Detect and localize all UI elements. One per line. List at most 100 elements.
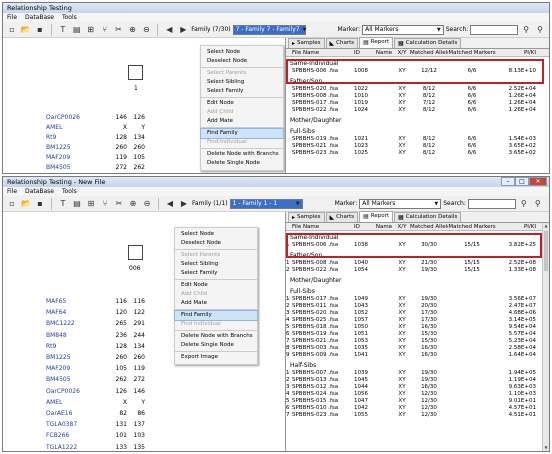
zoom-in-icon[interactable]: ⊕ xyxy=(127,24,139,36)
tab-report[interactable]: ▤ Report xyxy=(359,37,394,48)
close-icon[interactable]: ✕ xyxy=(529,177,547,186)
individual-node[interactable] xyxy=(128,65,143,80)
family-select[interactable]: 1 - Family 1 - 1 ▼ xyxy=(229,198,303,209)
table-row[interactable]: 6 SPBBHS-010 .fsa 1042 XY 12/30 4.57E+01 xyxy=(286,405,549,412)
table-row[interactable]: 1 SPBBHS-008 .fsa 1040 XY 21/30 15/15 2.52E+08 xyxy=(286,260,549,267)
next-family-icon[interactable]: ▶ xyxy=(178,198,190,210)
zoom-out-icon[interactable]: ⊖ xyxy=(141,198,153,210)
tree-icon[interactable]: ⑂ xyxy=(99,198,111,210)
text-icon[interactable]: T xyxy=(57,24,69,36)
table-row[interactable]: 4 SPBBHS-025 .fsa 1057 XY 17/30 3.14E+05 xyxy=(286,317,549,324)
menu-item-export-image[interactable]: Export Image xyxy=(175,353,257,362)
new-file-icon[interactable]: ▫ xyxy=(6,198,18,210)
pedigree-panel[interactable]: 1 OarCP0026 146 126 AMEL X Y Rt9 128 134 BM122… xyxy=(3,38,286,173)
menu-tools[interactable]: Tools xyxy=(62,188,77,195)
table-row[interactable]: SPBBHS-022 .fsa 1024 XY 8/12 6/6 1.26E+04 xyxy=(286,107,549,114)
tab-charts[interactable]: ◣ Charts xyxy=(325,38,359,48)
save-icon[interactable]: ▪ xyxy=(34,198,46,210)
export-icon[interactable]: ⊞ xyxy=(85,198,97,210)
table-row[interactable]: 7 SPBBHS-023 .fsa 1055 XY 12/30 4.51E+01 xyxy=(286,412,549,419)
col-matched-alleles[interactable]: Matched Alleles xyxy=(410,223,448,230)
col-name[interactable]: Name xyxy=(374,223,394,230)
menu-item-edit-node[interactable]: Edit Node xyxy=(201,99,283,108)
open-folder-icon[interactable]: 📂 xyxy=(20,198,32,210)
menu-item-delete-node-branchs[interactable]: Delete Node with Branchs xyxy=(175,332,257,341)
table-row[interactable]: SPBBHS-020 .fsa 1022 XY 8/12 6/6 2.52E+04 xyxy=(286,86,549,93)
document-icon[interactable]: ▤ xyxy=(71,24,83,36)
table-row[interactable]: SPBBHS-019 .fsa 1021 XY 8/12 6/6 1.54E+03 xyxy=(286,136,549,143)
find-next-icon[interactable]: ⚲ xyxy=(532,198,544,210)
table-row[interactable]: 2 SPBBHS-011 .fsa 1043 XY 20/30 2.47E+07 xyxy=(286,303,549,310)
document-icon[interactable]: ▤ xyxy=(71,198,83,210)
menu-item-add-mate[interactable]: Add Mate xyxy=(201,117,283,126)
table-row[interactable]: 8 SPBBHS-003 .fsa 1035 XY 16/30 2.58E+04 xyxy=(286,345,549,352)
menu-item-select-family[interactable]: Select Family xyxy=(201,87,283,96)
table-row[interactable]: 7 SPBBHS-021 .fsa 1053 XY 15/30 5.23E+04 xyxy=(286,338,549,345)
binoculars-icon[interactable]: ⚲ xyxy=(518,198,530,210)
col-piki[interactable]: PI/KI xyxy=(496,49,536,56)
tab-calculation-details[interactable]: ▦ Calculation Details xyxy=(394,38,462,48)
col-id[interactable]: ID xyxy=(354,49,374,56)
col-file-name[interactable]: File Name xyxy=(292,49,354,56)
search-input[interactable] xyxy=(467,198,516,209)
col-matched-markers[interactable]: Matched Markers xyxy=(448,49,496,56)
new-file-icon[interactable]: ▫ xyxy=(6,24,18,36)
col-xy[interactable]: X/Y xyxy=(394,223,410,230)
menu-item-add-mate[interactable]: Add Mate xyxy=(175,299,257,308)
scrollbar-thumb[interactable] xyxy=(544,231,548,271)
text-icon[interactable]: T xyxy=(57,198,69,210)
menu-database[interactable]: DataBase xyxy=(25,14,54,21)
table-row[interactable]: SPBBHS-023 .fsa 1025 XY 8/12 6/6 3.65E+02 xyxy=(286,150,549,157)
menu-item-delete-node-branchs[interactable]: Delete Node with Branchs xyxy=(201,150,283,159)
scroll-up-icon[interactable]: ▲ xyxy=(543,223,549,229)
menu-database[interactable]: DataBase xyxy=(25,188,54,195)
scroll-down-icon[interactable]: ▼ xyxy=(543,445,549,451)
menu-file[interactable]: File xyxy=(7,188,17,195)
menu-item-find-family[interactable]: Find Family xyxy=(200,128,284,139)
table-row[interactable]: 2 SPBBHS-013 .fsa 1045 XY 19/30 1.19E+04 xyxy=(286,377,549,384)
scissors-icon[interactable]: ✂ xyxy=(113,198,125,210)
menu-file[interactable]: File xyxy=(7,14,17,21)
col-name[interactable]: Name xyxy=(374,49,394,56)
tab-samples[interactable]: ▸ Samples xyxy=(288,212,325,222)
menu-item-select-family[interactable]: Select Family xyxy=(175,269,257,278)
menu-item-find-family[interactable]: Find Family xyxy=(174,310,258,321)
table-row[interactable]: 5 SPBBHS-018 .fsa 1050 XY 16/30 9.54E+04 xyxy=(286,324,549,331)
next-family-icon[interactable]: ▶ xyxy=(177,24,189,36)
pedigree-panel[interactable]: 006 MAF65 116 116 MAF64 120 122 BMC1222 265 291 B… xyxy=(3,212,286,451)
menu-item-edit-node[interactable]: Edit Node xyxy=(175,281,257,290)
marker-select[interactable]: All Markers ▼ xyxy=(359,198,442,209)
prev-family-icon[interactable]: ◀ xyxy=(163,24,175,36)
table-row[interactable]: 5 SPBBHS-015 .fsa 1047 XY 12/30 9.01E+01 xyxy=(286,398,549,405)
menu-item-delete-single-node[interactable]: Delete Single Node xyxy=(175,341,257,350)
col-piki[interactable]: PI/KI xyxy=(496,223,536,230)
col-matched-markers[interactable]: Matched Markers xyxy=(448,223,496,230)
menu-item-select-node[interactable]: Select Node xyxy=(175,230,257,239)
tab-charts[interactable]: ◣ Charts xyxy=(325,212,359,222)
col-xy[interactable]: X/Y xyxy=(394,49,410,56)
tab-report[interactable]: ▤ Report xyxy=(359,211,394,222)
table-row[interactable]: 3 SPBBHS-020 .fsa 1052 XY 17/30 4.68E+06 xyxy=(286,310,549,317)
table-row[interactable]: SPBBHS-008 .fsa 1010 XY 8/12 6/6 1.26E+04 xyxy=(286,93,549,100)
binoculars-icon[interactable]: ⚲ xyxy=(520,24,532,36)
tab-calculation-details[interactable]: ▦ Calculation Details xyxy=(394,212,462,222)
marker-select[interactable]: All Markers ▼ xyxy=(362,24,444,35)
family-select[interactable]: 7 - Family 7 - Family7 ▼ xyxy=(232,24,306,35)
table-row[interactable]: 1 SPBBHS-017 .fsa 1049 XY 19/30 3.56E+07 xyxy=(286,296,549,303)
table-row[interactable]: SPBBHS-017 .fsa 1019 XY 7/12 6/6 1.26E+04 xyxy=(286,100,549,107)
find-next-icon[interactable]: ⚲ xyxy=(534,24,546,36)
tab-samples[interactable]: ▸ Samples xyxy=(288,38,325,48)
table-row[interactable]: 6 SPBBHS-019 .fsa 1051 XY 15/30 5.57E+04 xyxy=(286,331,549,338)
table-row[interactable]: 9 SPBBHS-009 .fsa 1041 XY 16/30 1.64E+04 xyxy=(286,352,549,359)
menu-item-select-sibling[interactable]: Select Sibling xyxy=(201,78,283,87)
zoom-out-icon[interactable]: ⊖ xyxy=(140,24,152,36)
menu-item-delete-single-node[interactable]: Delete Single Node xyxy=(201,159,283,168)
save-icon[interactable]: ▪ xyxy=(34,24,46,36)
col-file-name[interactable]: File Name xyxy=(292,223,354,230)
table-row[interactable]: 4 SPBBHS-024 .fsa 1056 XY 12/30 1.10E+03 xyxy=(286,391,549,398)
menu-item-deselect-node[interactable]: Deselect Node xyxy=(175,239,257,248)
individual-node[interactable] xyxy=(128,245,143,260)
table-row[interactable]: 3 SPBBHS-012 .fsa 1044 XY 16/30 9.63E+03 xyxy=(286,384,549,391)
search-input[interactable] xyxy=(470,24,519,35)
table-row[interactable]: SPBBHS-021 .fsa 1023 XY 8/12 6/6 3.65E+02 xyxy=(286,143,549,150)
